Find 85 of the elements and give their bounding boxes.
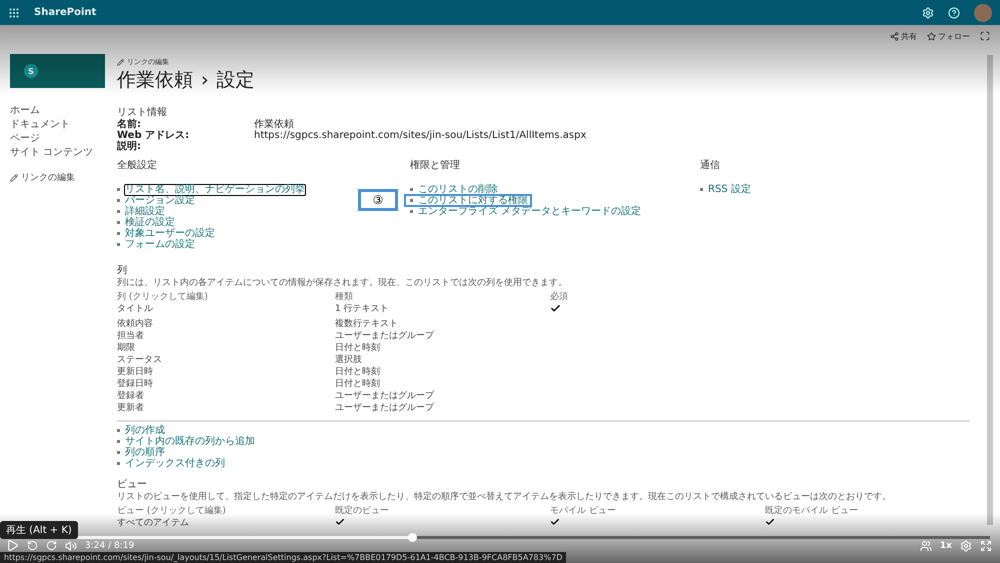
settings-link[interactable]: フォームの設定 bbox=[124, 238, 196, 250]
command-button[interactable]: 共有 bbox=[890, 30, 917, 42]
column-link[interactable]: サイト内の既存の列から追加 bbox=[124, 436, 256, 448]
settings-link[interactable]: このリストの削除 bbox=[417, 184, 499, 196]
table-cell-text: 日付と時刻 bbox=[335, 366, 381, 378]
table-cell-text: 期限 bbox=[117, 342, 136, 354]
view-link[interactable]: すべてのアイテム bbox=[117, 517, 335, 531]
app-name: SharePoint bbox=[34, 7, 96, 18]
pencil-icon bbox=[117, 58, 124, 66]
column-link[interactable]: インデックス付きの列 bbox=[124, 458, 226, 470]
field-value: https://sgpcs.sharepoint.com/sites/jin-sou/Lists/List1/AllItems.aspx bbox=[254, 130, 588, 141]
settings-icon[interactable] bbox=[922, 6, 934, 18]
forward-icon[interactable] bbox=[46, 540, 57, 551]
table-cell-text: 登録者 bbox=[117, 390, 145, 402]
column-link[interactable]: 列の作成 bbox=[124, 424, 166, 436]
time-display: 3:24 / 8:19 bbox=[85, 540, 134, 550]
section-description: リストのビューを使用して、指定した特定のアイテムだけを表示したり、特定の順序で並べ替えてアイテムを表示したりできます。現在このリストで構成されているビューは次のとおりです。 bbox=[117, 491, 892, 503]
section-heading: リスト情報 bbox=[117, 107, 168, 118]
section-heading: ビュー bbox=[117, 479, 148, 491]
table-cell-text: 依頼内容 bbox=[117, 318, 154, 330]
settings-link[interactable]: RSS 設定 bbox=[707, 184, 752, 196]
volume-icon[interactable] bbox=[65, 540, 77, 552]
nav-item[interactable]: ホーム bbox=[10, 105, 117, 117]
column-header: ビュー (クリックして編集) bbox=[117, 505, 227, 517]
settings-link[interactable]: 検証の設定 bbox=[124, 216, 176, 228]
page-title: 作業依頼 bbox=[117, 68, 193, 93]
edit-links-link[interactable]: リンクの編集 bbox=[10, 171, 117, 184]
star-icon bbox=[927, 32, 936, 40]
table-cell-text: ステータス bbox=[117, 354, 163, 366]
table-cell-text: 日付と時刻 bbox=[335, 378, 381, 390]
scrollbar[interactable] bbox=[987, 55, 993, 525]
breadcrumb-separator: › bbox=[201, 69, 209, 91]
column-header: 列 (クリックして編集) bbox=[117, 291, 209, 303]
command-button[interactable]: フォロー bbox=[927, 30, 970, 42]
settings-link[interactable]: バージョン設定 bbox=[124, 194, 196, 206]
column-header: 既定のビュー bbox=[335, 505, 390, 517]
section-heading: 全般設定 bbox=[117, 160, 158, 172]
table-cell-text: 更新日時 bbox=[117, 366, 154, 378]
table-cell-text: 複数行テキスト bbox=[335, 318, 399, 330]
table-cell-text: 日付と時刻 bbox=[335, 342, 381, 354]
field-label: Web アドレス: bbox=[117, 130, 190, 141]
table-cell-text: ユーザーまたはグループ bbox=[335, 402, 436, 414]
logo-letter: S bbox=[24, 64, 38, 78]
section-heading: 通信 bbox=[700, 160, 721, 172]
table-cell-text: 担当者 bbox=[117, 330, 145, 342]
step-callout: ③ bbox=[358, 189, 398, 211]
app-launcher-icon[interactable] bbox=[8, 6, 20, 18]
table-cell-text: タイトル bbox=[117, 303, 154, 316]
settings-link[interactable]: リスト名、説明、ナビゲーションの列挙 bbox=[124, 184, 306, 196]
settings-link[interactable]: 対象ユーザーの設定 bbox=[124, 228, 216, 240]
table-cell-text: 選択肢 bbox=[335, 354, 363, 366]
people-icon[interactable] bbox=[920, 540, 932, 552]
column-header: 既定のモバイル ビュー bbox=[765, 505, 859, 517]
table-cell-text: ユーザーまたはグループ bbox=[335, 330, 436, 342]
progress-handle[interactable] bbox=[408, 533, 417, 542]
help-icon[interactable] bbox=[948, 6, 960, 18]
status-url: https://sgpcs.sharepoint.com/sites/jin-sou/_layouts/15/ListGeneralSettings.aspx?List=%7BBE0179D5-61A1-4BCB-913B-9FCA8FB5A783%7D bbox=[0, 552, 566, 563]
fullscreen-icon[interactable] bbox=[980, 540, 992, 552]
site-logo[interactable]: S bbox=[10, 54, 105, 88]
pencil-icon bbox=[10, 174, 18, 182]
column-link[interactable]: 列の順序 bbox=[124, 446, 166, 458]
section-heading: 列 bbox=[117, 265, 128, 277]
nav-item[interactable]: ドキュメント bbox=[10, 119, 117, 131]
tooltip: 再生 (Alt + K) bbox=[0, 521, 78, 539]
section-heading: 権限と管理 bbox=[410, 160, 461, 172]
focus-mode-icon[interactable] bbox=[980, 31, 990, 41]
nav-item[interactable]: ページ bbox=[10, 133, 117, 145]
page-subtitle: 設定 bbox=[216, 68, 255, 93]
settings-link[interactable]: エンタープライズ メタデータとキーワードの設定 bbox=[417, 206, 642, 218]
nav-item[interactable]: サイト コンテンツ bbox=[10, 147, 117, 159]
settings-link[interactable]: 詳細設定 bbox=[124, 206, 166, 218]
section-description: 列には、リスト内の各アイテムについての情報が保存されます。現在、このリストでは次の列を使用できます。 bbox=[117, 277, 568, 289]
column-header: 種類 bbox=[335, 291, 354, 303]
table-cell-text: 1 行テキスト bbox=[335, 303, 390, 316]
table-cell-text: 登録日時 bbox=[117, 378, 154, 390]
table-cell-text: 更新者 bbox=[117, 402, 145, 414]
field-value: 作業依頼 bbox=[254, 119, 295, 130]
rewind-icon[interactable] bbox=[27, 540, 38, 551]
play-icon[interactable] bbox=[6, 539, 19, 552]
share-icon bbox=[890, 32, 899, 40]
field-label: 名前: bbox=[117, 119, 142, 130]
column-header: 必須 bbox=[550, 291, 569, 303]
table-cell-text: ユーザーまたはグループ bbox=[335, 390, 436, 402]
field-label: 説明: bbox=[117, 141, 142, 152]
column-header: モバイル ビュー bbox=[550, 505, 617, 517]
